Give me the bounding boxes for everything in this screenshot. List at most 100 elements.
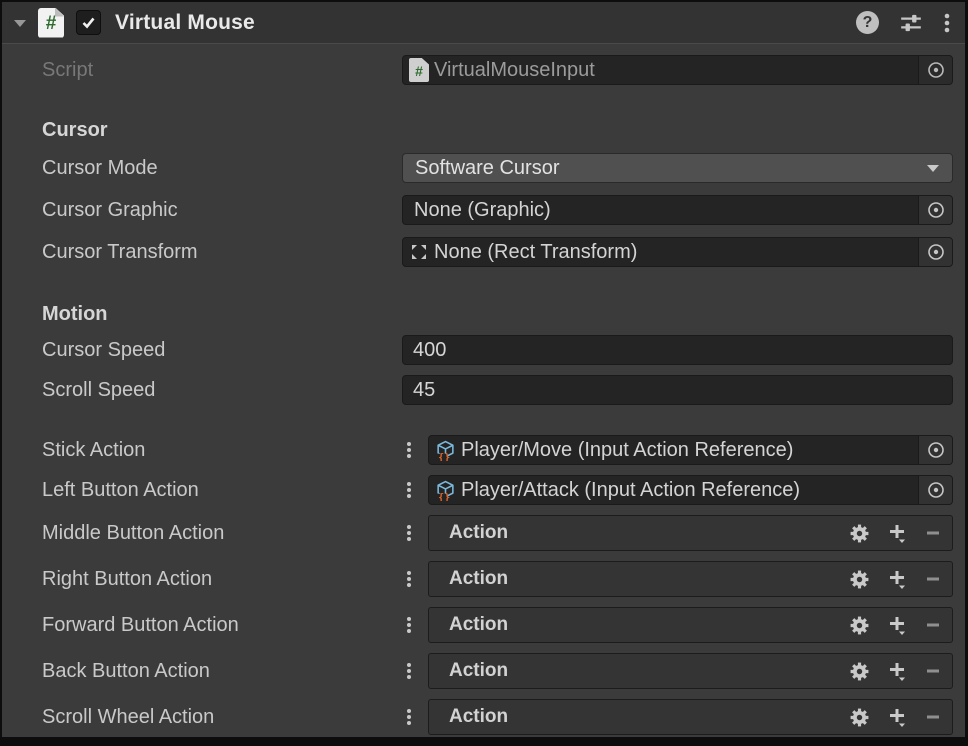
input-action-asset-icon: {} <box>435 480 456 501</box>
help-icon: ? <box>856 11 879 34</box>
action-settings-button[interactable] <box>849 523 870 544</box>
component-enabled-checkbox[interactable] <box>76 10 101 35</box>
scroll-wheel-action-options-button[interactable] <box>402 708 416 726</box>
action-add-binding-button[interactable] <box>886 706 908 728</box>
script-object-value: VirtualMouseInput <box>434 59 595 82</box>
script-label: Script <box>42 59 402 82</box>
rect-transform-icon <box>409 242 429 262</box>
action-remove-button[interactable] <box>924 616 942 634</box>
left-button-action-value: Player/Attack (Input Action Reference) <box>461 479 800 502</box>
forward-button-action-drawer[interactable]: Action <box>428 607 953 643</box>
middle-button-action-options-button[interactable] <box>402 524 416 542</box>
scroll-speed-row: Scroll Speed <box>2 375 965 405</box>
plus-dropdown-icon <box>886 660 908 682</box>
stick-action-options-button[interactable] <box>402 441 416 459</box>
gear-icon <box>849 661 870 682</box>
script-row: Script # VirtualMouseInput <box>2 55 965 85</box>
context-menu-button[interactable] <box>943 11 951 35</box>
object-picker-icon <box>926 480 946 500</box>
plus-dropdown-icon <box>886 706 908 728</box>
cursor-graphic-object-field[interactable]: None (Graphic) <box>402 195 953 225</box>
cursor-mode-row: Cursor Mode Software Cursor <box>2 153 965 183</box>
forward-button-action-row: Forward Button Action Action <box>2 607 965 643</box>
script-object-picker-button[interactable] <box>918 56 952 84</box>
scroll-speed-input[interactable] <box>413 379 942 402</box>
object-picker-icon <box>926 440 946 460</box>
kebab-menu-icon <box>943 11 951 35</box>
action-drawer-title: Action <box>449 706 508 728</box>
kebab-menu-icon <box>406 524 412 542</box>
plus-dropdown-icon <box>886 522 908 544</box>
action-settings-button[interactable] <box>849 661 870 682</box>
right-button-action-label: Right Button Action <box>42 568 402 591</box>
component-title: Virtual Mouse <box>115 11 255 35</box>
action-remove-button[interactable] <box>924 662 942 680</box>
left-button-action-picker-button[interactable] <box>918 476 952 504</box>
action-remove-button[interactable] <box>924 524 942 542</box>
script-hash-glyph: # <box>38 8 64 38</box>
action-settings-button[interactable] <box>849 707 870 728</box>
stick-action-picker-button[interactable] <box>918 436 952 464</box>
cursor-transform-picker-button[interactable] <box>918 238 952 266</box>
cursor-transform-row: Cursor Transform None (Rect Transform) <box>2 237 965 267</box>
forward-button-action-label: Forward Button Action <box>42 614 402 637</box>
scroll-speed-field <box>402 375 953 405</box>
action-remove-button[interactable] <box>924 708 942 726</box>
chevron-down-icon <box>926 163 940 173</box>
component-header: # Virtual Mouse ? <box>2 2 965 44</box>
action-drawer-title: Action <box>449 660 508 682</box>
object-picker-icon <box>926 242 946 262</box>
stick-action-object-field[interactable]: {} Player/Move (Input Action Reference) <box>428 435 953 465</box>
action-add-binding-button[interactable] <box>886 614 908 636</box>
left-button-action-row: Left Button Action {} Player/Attack (Inp… <box>2 475 965 505</box>
help-button[interactable]: ? <box>856 11 879 34</box>
action-add-binding-button[interactable] <box>886 568 908 590</box>
plus-dropdown-icon <box>886 614 908 636</box>
motion-section-title: Motion <box>2 303 965 325</box>
presets-button[interactable] <box>899 11 923 35</box>
stick-action-label: Stick Action <box>42 439 402 462</box>
back-button-action-options-button[interactable] <box>402 662 416 680</box>
input-action-asset-icon: {} <box>435 440 456 461</box>
minus-icon <box>924 616 942 634</box>
virtual-mouse-component-panel: # Virtual Mouse ? <box>2 2 965 737</box>
plus-dropdown-icon <box>886 568 908 590</box>
cursor-mode-dropdown[interactable]: Software Cursor <box>402 153 953 183</box>
forward-button-action-options-button[interactable] <box>402 616 416 634</box>
middle-button-action-row: Middle Button Action Action <box>2 515 965 551</box>
kebab-menu-icon <box>406 570 412 588</box>
back-button-action-label: Back Button Action <box>42 660 402 683</box>
left-button-action-label: Left Button Action <box>42 479 402 502</box>
right-button-action-options-button[interactable] <box>402 570 416 588</box>
scroll-wheel-action-drawer[interactable]: Action <box>428 699 953 735</box>
csharp-script-icon: # <box>38 8 64 38</box>
minus-icon <box>924 708 942 726</box>
cursor-speed-row: Cursor Speed <box>2 335 965 365</box>
action-add-binding-button[interactable] <box>886 522 908 544</box>
action-drawer-title: Action <box>449 568 508 590</box>
cursor-mode-value: Software Cursor <box>415 157 560 180</box>
middle-button-action-drawer[interactable]: Action <box>428 515 953 551</box>
action-settings-button[interactable] <box>849 615 870 636</box>
foldout-arrow-icon[interactable] <box>12 15 28 31</box>
unity-inspector-window: # Virtual Mouse ? <box>0 0 968 746</box>
cursor-mode-label: Cursor Mode <box>42 157 402 180</box>
cursor-graphic-picker-button[interactable] <box>918 196 952 224</box>
cursor-transform-object-field[interactable]: None (Rect Transform) <box>402 237 953 267</box>
cursor-speed-input[interactable] <box>413 339 942 362</box>
action-remove-button[interactable] <box>924 570 942 588</box>
cursor-graphic-value: None (Graphic) <box>414 199 551 222</box>
left-button-action-object-field[interactable]: {} Player/Attack (Input Action Reference… <box>428 475 953 505</box>
action-add-binding-button[interactable] <box>886 660 908 682</box>
stick-action-row: Stick Action {} Player/Move (Input Actio… <box>2 435 965 465</box>
right-button-action-drawer[interactable]: Action <box>428 561 953 597</box>
script-file-icon: # <box>409 58 429 82</box>
right-button-action-row: Right Button Action Action <box>2 561 965 597</box>
gear-icon <box>849 707 870 728</box>
cursor-transform-value: None (Rect Transform) <box>434 241 637 264</box>
action-settings-button[interactable] <box>849 569 870 590</box>
kebab-menu-icon <box>406 662 412 680</box>
back-button-action-row: Back Button Action Action <box>2 653 965 689</box>
back-button-action-drawer[interactable]: Action <box>428 653 953 689</box>
left-button-action-options-button[interactable] <box>402 481 416 499</box>
